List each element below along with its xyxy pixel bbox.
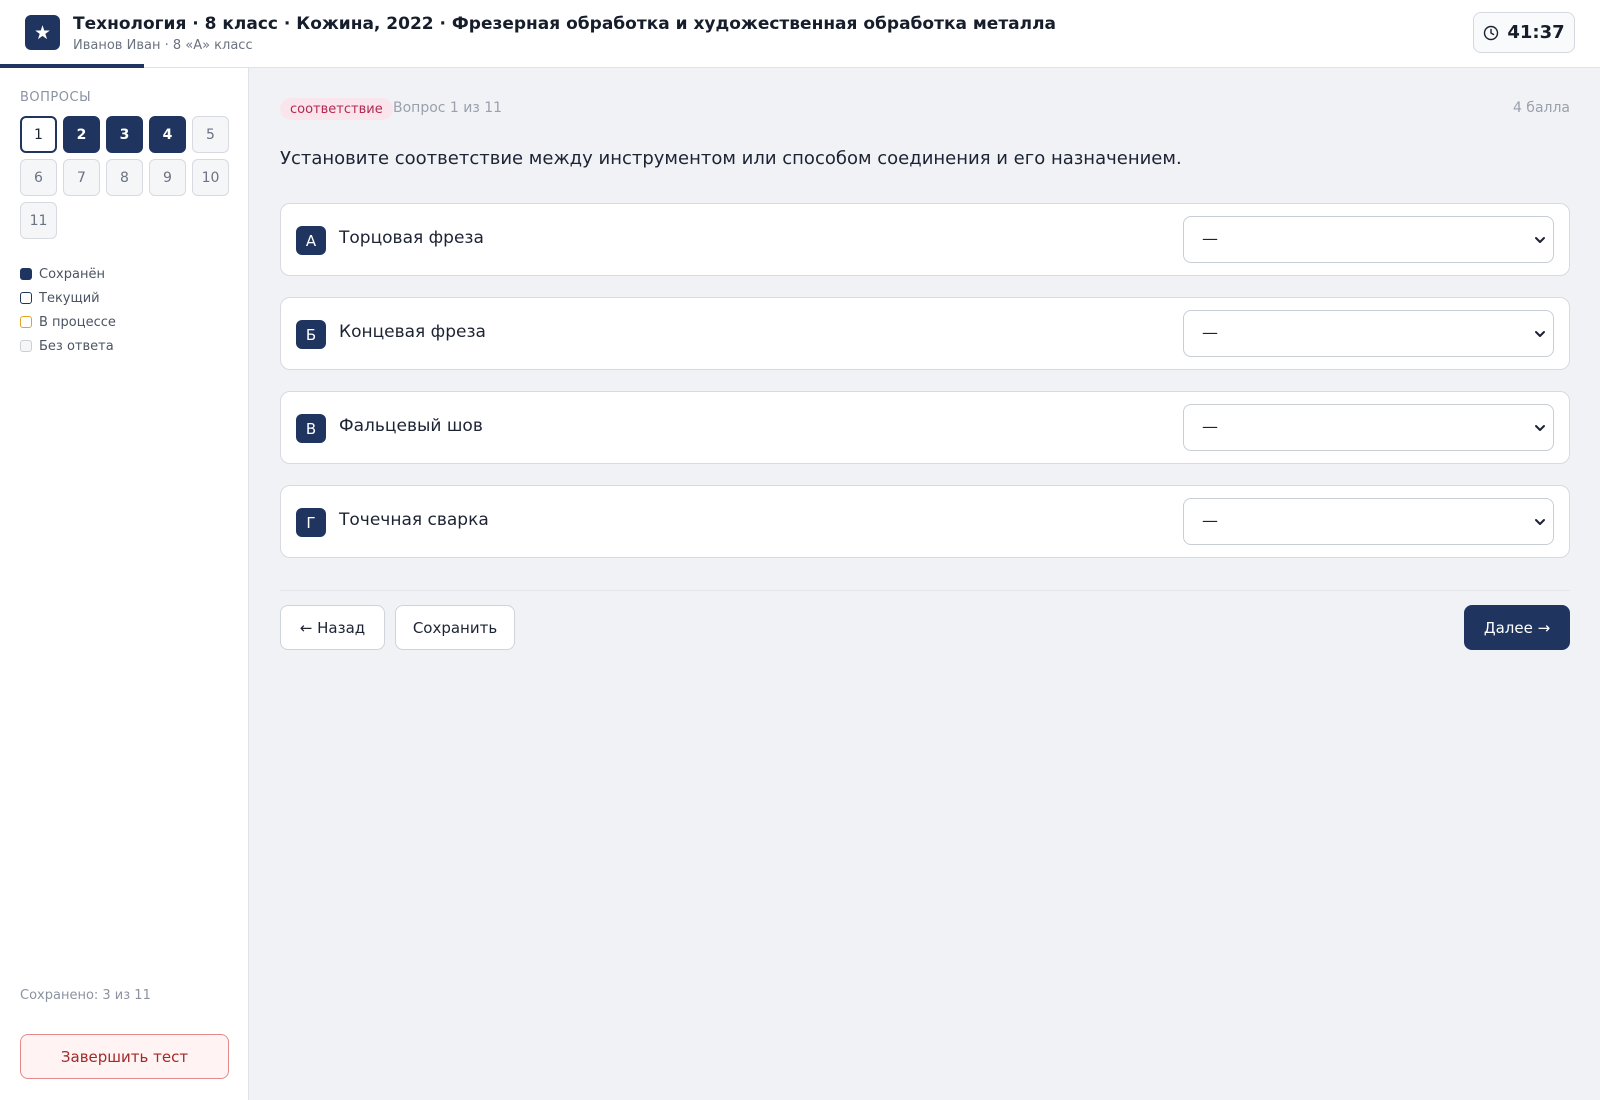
matching-row: Б Концевая фреза — [280, 297, 1570, 370]
matching-row: Г Точечная сварка — [280, 485, 1570, 558]
finish-test-button[interactable]: Завершить тест [20, 1034, 229, 1079]
question-nav-button[interactable]: 8 [106, 159, 143, 196]
student-info: Иванов Иван · 8 «А» класс [73, 38, 253, 53]
sidebar-heading: Вопросы [20, 90, 92, 105]
row-label: Точечная сварка [339, 510, 489, 530]
answer-select-value: — [1202, 417, 1218, 436]
answer-select[interactable]: — [1183, 498, 1554, 545]
question-nav-button[interactable]: 10 [192, 159, 229, 196]
legend-saved-label: Сохранён [39, 266, 105, 282]
matching-rows: А Торцовая фреза — Б Концевая фреза — В Фальцев… [280, 203, 1570, 579]
question-nav-button[interactable]: 3 [106, 116, 143, 153]
answer-select[interactable]: — [1183, 216, 1554, 263]
in-progress-swatch-icon [20, 316, 32, 328]
answer-select-value: — [1202, 323, 1218, 342]
app-header: ★ Технология · 8 класс · Кожина, 2022 · … [0, 0, 1600, 68]
matching-row: А Торцовая фреза — [280, 203, 1570, 276]
answer-select[interactable]: — [1183, 310, 1554, 357]
legend: Сохранён Текущий В процессе Без ответа [20, 262, 116, 358]
row-letter-badge: В [296, 414, 326, 443]
chevron-down-icon [1535, 237, 1545, 243]
question-nav-button[interactable]: 1 [20, 116, 57, 153]
matching-row: В Фальцевый шов — [280, 391, 1570, 464]
question-type-badge: соответствие [280, 98, 393, 120]
question-nav-button[interactable]: 5 [192, 116, 229, 153]
next-button[interactable]: Далее → [1464, 605, 1570, 650]
legend-current: Текущий [20, 286, 116, 310]
legend-saved: Сохранён [20, 262, 116, 286]
answer-select[interactable]: — [1183, 404, 1554, 451]
saved-count: Сохранено: 3 из 11 [20, 988, 151, 1003]
chevron-down-icon [1535, 331, 1545, 337]
row-label: Концевая фреза [339, 322, 486, 342]
divider [280, 590, 1570, 591]
row-letter-badge: А [296, 226, 326, 255]
row-letter-badge: Б [296, 320, 326, 349]
legend-empty-label: Без ответа [39, 338, 114, 354]
page-title: Технология · 8 класс · Кожина, 2022 · Фр… [73, 14, 1057, 34]
question-nav-button[interactable]: 4 [149, 116, 186, 153]
answer-select-value: — [1202, 229, 1218, 248]
row-label: Торцовая фреза [339, 228, 484, 248]
question-nav-button[interactable]: 9 [149, 159, 186, 196]
question-nav-button[interactable]: 11 [20, 202, 57, 239]
timer: 41:37 [1473, 12, 1575, 53]
row-label: Фальцевый шов [339, 416, 483, 436]
clock-icon [1484, 25, 1499, 40]
legend-in-progress: В процессе [20, 310, 116, 334]
chevron-down-icon [1535, 519, 1545, 525]
question-text: Установите соответствие между инструмент… [280, 148, 1182, 169]
saved-swatch-icon [20, 268, 32, 280]
sidebar: Вопросы 1 2 3 4 5 6 7 8 9 10 11 Сохранён Текущий В… [0, 68, 249, 1100]
star-icon: ★ [25, 15, 60, 50]
question-nav-button[interactable]: 7 [63, 159, 100, 196]
question-counter: Вопрос 1 из 11 [393, 100, 503, 116]
legend-empty: Без ответа [20, 334, 116, 358]
chevron-down-icon [1535, 425, 1545, 431]
timer-value: 41:37 [1507, 22, 1565, 43]
main-content: соответствие Вопрос 1 из 11 4 балла Уста… [250, 68, 1600, 1100]
legend-in-progress-label: В процессе [39, 314, 116, 330]
row-letter-badge: Г [296, 508, 326, 537]
question-grid: 1 2 3 4 5 6 7 8 9 10 11 [20, 116, 235, 239]
save-button[interactable]: Сохранить [395, 605, 515, 650]
legend-current-label: Текущий [39, 290, 100, 306]
question-nav-button[interactable]: 2 [63, 116, 100, 153]
empty-swatch-icon [20, 340, 32, 352]
answer-select-value: — [1202, 511, 1218, 530]
current-swatch-icon [20, 292, 32, 304]
question-points: 4 балла [1512, 100, 1570, 116]
question-nav-button[interactable]: 6 [20, 159, 57, 196]
back-button[interactable]: ← Назад [280, 605, 385, 650]
